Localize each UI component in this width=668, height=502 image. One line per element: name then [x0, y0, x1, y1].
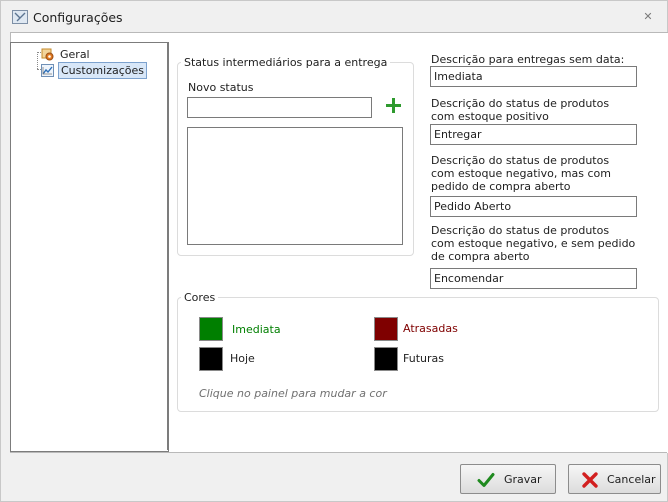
no-date-label: Descrição para entregas sem data: — [431, 53, 625, 66]
close-icon[interactable]: ✕ — [641, 10, 655, 24]
title-bar: Configurações ✕ — [1, 1, 667, 32]
settings-window: Configurações ✕ Geral Customizações Stat… — [0, 0, 668, 502]
tree-item-customizacoes[interactable]: Customizações — [40, 62, 155, 79]
tree-item-label: Customizações — [58, 62, 147, 79]
x-icon — [582, 472, 598, 488]
customize-icon — [41, 64, 54, 77]
save-button-label: Gravar — [504, 473, 542, 486]
futuras-color-label: Futuras — [403, 352, 444, 365]
colors-group-title: Cores — [181, 291, 219, 304]
footer-divider — [10, 452, 667, 453]
x-path — [582, 472, 598, 488]
negative-with-po-input[interactable] — [430, 196, 637, 217]
status-group-title: Status intermediários para a entrega — [181, 56, 391, 69]
window-title: Configurações — [33, 10, 123, 25]
window-app-icon — [12, 10, 28, 24]
negative-without-po-label: Descrição do status de produtos com esto… — [431, 224, 636, 263]
plus-icon[interactable] — [386, 98, 401, 113]
tree-connector — [37, 52, 38, 69]
positive-stock-input[interactable] — [430, 124, 637, 145]
new-status-input[interactable] — [187, 97, 372, 118]
futuras-color-swatch[interactable] — [374, 347, 398, 371]
cancel-button-label: Cancelar — [607, 473, 656, 486]
tree-item-label: Geral — [60, 48, 90, 61]
atrasadas-color-swatch[interactable] — [374, 317, 398, 341]
hoje-color-label: Hoje — [230, 352, 255, 365]
navigation-tree: Geral Customizações — [10, 42, 169, 452]
atrasadas-color-label: Atrasadas — [403, 322, 458, 335]
cancel-button[interactable]: Cancelar — [568, 464, 661, 494]
negative-without-po-input[interactable] — [430, 268, 637, 289]
checkmark-icon — [477, 473, 495, 487]
save-button[interactable]: Gravar — [460, 464, 556, 494]
settings-gear-icon — [41, 48, 54, 61]
checkmark-path — [477, 473, 495, 487]
color-hint-text: Clique no painel para mudar a cor — [199, 387, 387, 400]
tree-item-geral[interactable]: Geral — [40, 47, 110, 62]
negative-with-po-label: Descrição do status de produtos com esto… — [431, 154, 611, 193]
status-list[interactable] — [187, 127, 403, 245]
panel-divider — [167, 42, 168, 450]
no-date-input[interactable] — [430, 66, 637, 87]
imediata-color-label: Imediata — [232, 323, 281, 336]
positive-stock-label: Descrição do status de produtos com esto… — [431, 97, 610, 123]
imediata-color-swatch[interactable] — [199, 317, 223, 341]
hoje-color-swatch[interactable] — [199, 347, 223, 371]
new-status-label: Novo status — [188, 81, 254, 94]
